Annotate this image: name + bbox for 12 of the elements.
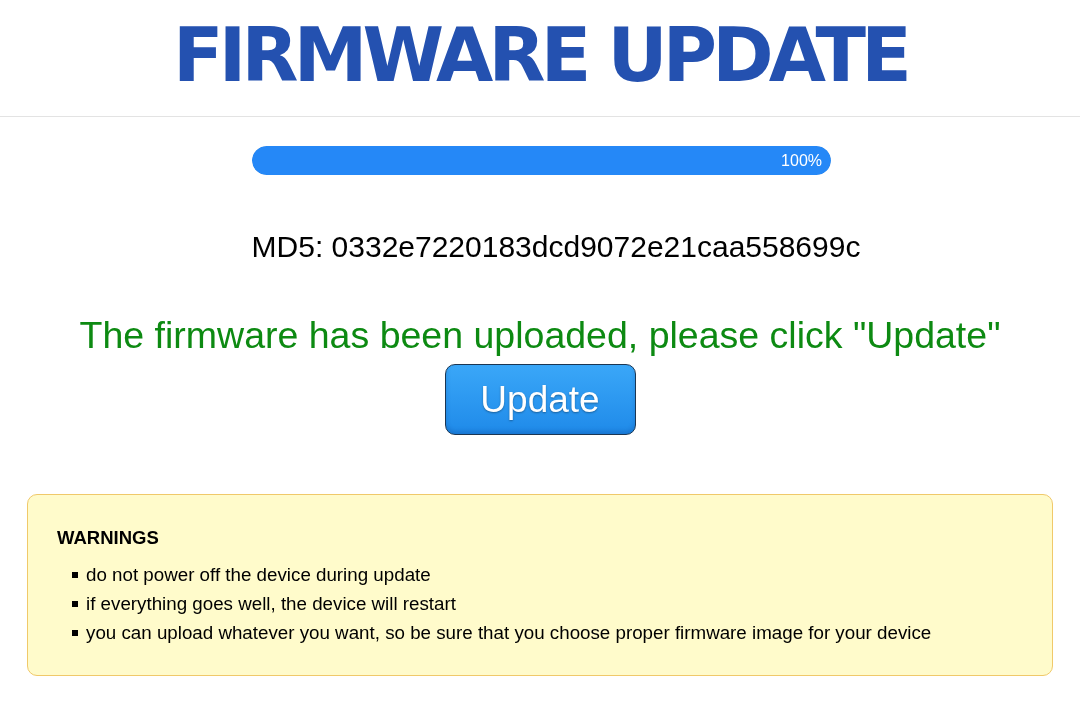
progress-label: 100% xyxy=(781,152,822,169)
warning-text: if everything goes well, the device will restart xyxy=(86,592,456,615)
warnings-heading: WARNINGS xyxy=(57,528,160,548)
square-bullet-icon xyxy=(72,600,78,607)
md5-checksum: MD5: 0332e7220183dcd9072e21caa558699c xyxy=(251,230,861,264)
page-title: FIRMWARE UPDATE xyxy=(173,18,907,98)
square-bullet-icon xyxy=(72,571,78,578)
status-message: The firmware has been uploaded, please click "Update" xyxy=(79,314,1001,356)
update-button[interactable]: Update xyxy=(444,364,636,435)
warning-text: do not power off the device during update xyxy=(86,563,431,586)
square-bullet-icon xyxy=(72,629,78,636)
warning-text: you can upload whatever you want, so be sure that you choose proper firmware image for your device xyxy=(86,621,932,644)
